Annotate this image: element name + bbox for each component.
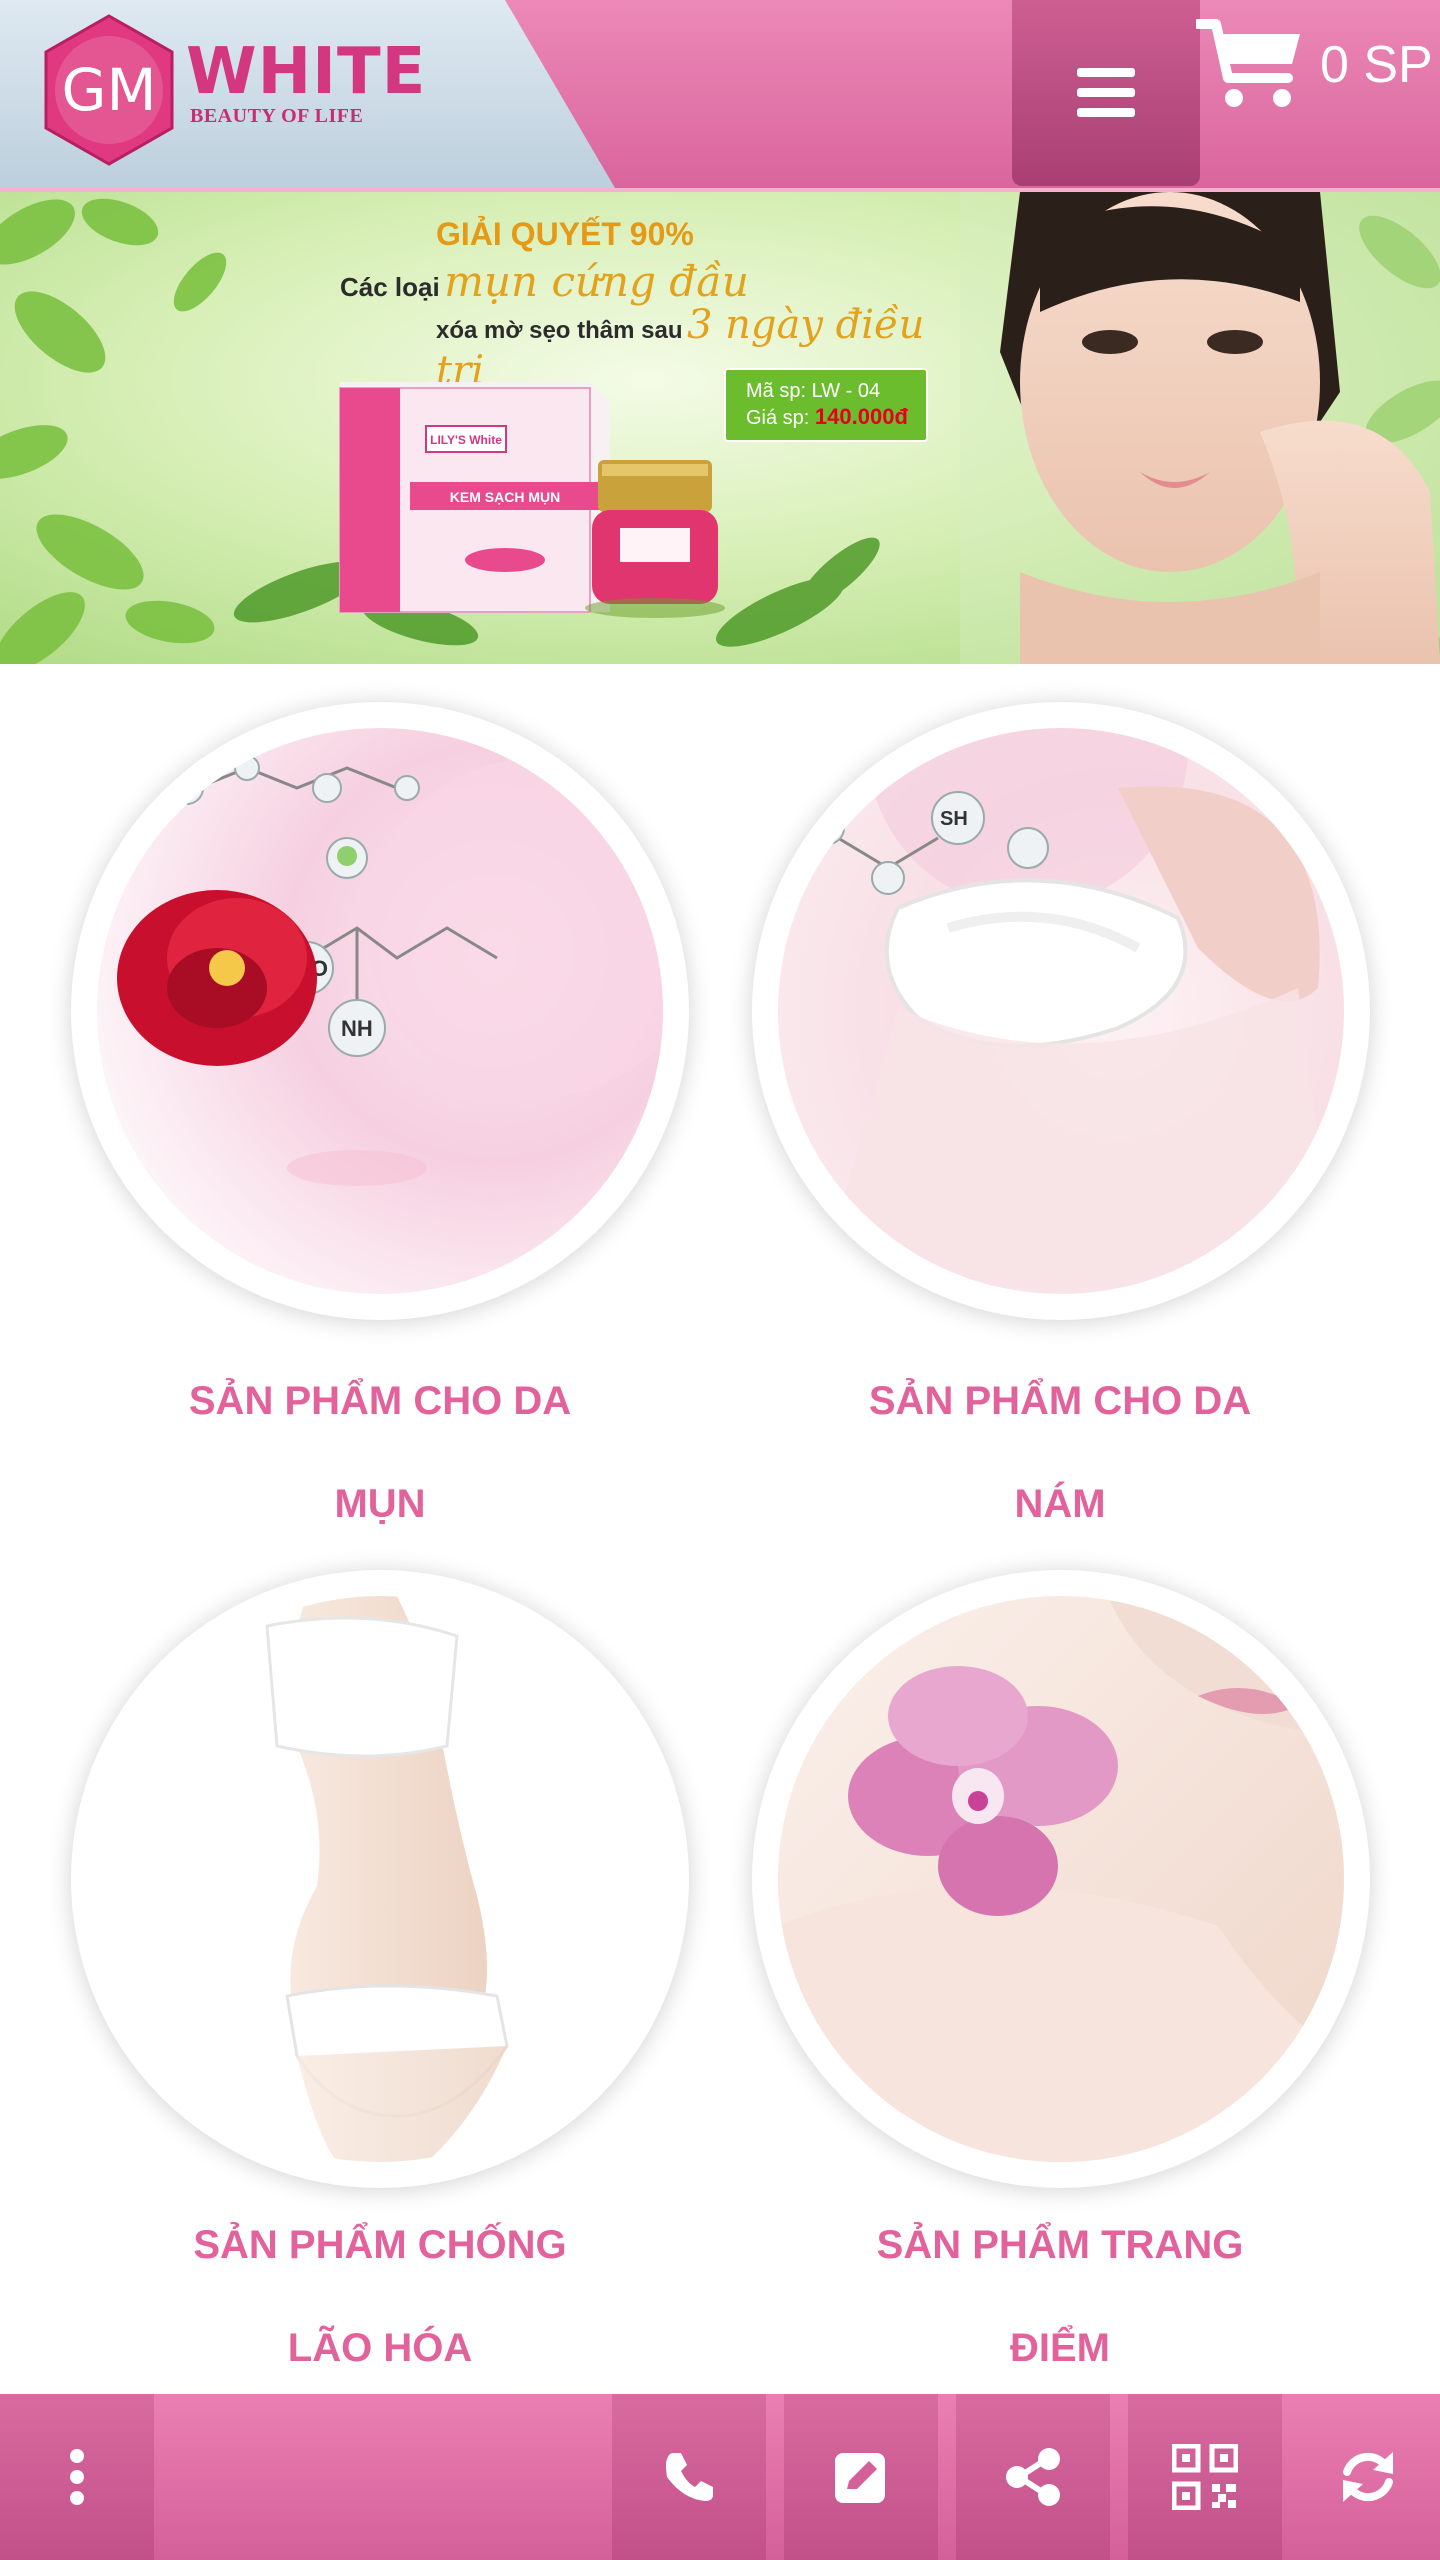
svg-text:SH: SH <box>940 808 968 830</box>
bottom-toolbar <box>0 2394 1440 2560</box>
hamburger-icon <box>1077 68 1135 117</box>
category-acne-title-2[interactable]: MỤN <box>40 1453 720 1556</box>
qr-code-button[interactable] <box>1128 2394 1282 2560</box>
qr-code-icon <box>1172 2444 1238 2510</box>
banner-headline-2-script: mụn cứng đầu <box>444 257 749 306</box>
category-melasma-title-1[interactable]: SẢN PHẨM CHO DA <box>720 1350 1400 1453</box>
category-anti-aging-image[interactable] <box>71 1570 689 2188</box>
cart-button[interactable]: 0 SP <box>1196 10 1440 120</box>
banner-headline-1: GIẢI QUYẾT 90% <box>436 216 694 252</box>
menu-button[interactable] <box>1012 0 1200 186</box>
cream-molecule-illustration: SH <box>787 728 1338 1288</box>
cart-count: 0 SP <box>1320 36 1433 94</box>
refresh-icon <box>1343 2452 1393 2502</box>
more-vertical-icon <box>70 2449 84 2505</box>
edit-button[interactable] <box>784 2394 938 2560</box>
model-photo <box>960 192 1440 664</box>
logo[interactable]: GM WHITE BEAUTY OF LIFE <box>0 0 615 188</box>
refresh-button[interactable] <box>1296 2394 1440 2560</box>
category-acne[interactable]: HO NH SẢN PHẨM CHO DA MỤN <box>40 702 720 1532</box>
category-anti-aging-title-2[interactable]: LÃO HÓA <box>40 2297 720 2400</box>
category-makeup-title-1[interactable]: SẢN PHẨM TRANG <box>720 2194 1400 2297</box>
product-code: Mã sp: LW - 04 <box>746 380 881 402</box>
price-value: 140.000đ <box>814 404 908 429</box>
more-options-button[interactable] <box>0 2394 154 2560</box>
flower-molecule-illustration: HO NH <box>117 755 663 1186</box>
category-anti-aging-title-1[interactable]: SẢN PHẨM CHỐNG <box>40 2194 720 2297</box>
box-product: KEM SẠCH MỤN <box>450 489 560 505</box>
category-melasma-image[interactable]: SH <box>752 702 1370 1320</box>
cart-icon <box>1196 19 1300 107</box>
phone-icon <box>666 2453 713 2501</box>
category-acne-title-1[interactable]: SẢN PHẨM CHO DA <box>40 1350 720 1453</box>
banner-headline-3-prefix: xóa mờ sẹo thâm sau <box>436 317 683 344</box>
camellia-flower <box>117 890 317 1066</box>
body-illustration <box>265 1596 509 2162</box>
share-icon <box>1006 2448 1060 2506</box>
price-tag: Mã sp: LW - 04 Giá sp: 140.000đ <box>724 368 928 442</box>
category-makeup[interactable]: SẢN PHẨM TRANG ĐIỂM <box>720 1570 1400 2390</box>
category-melasma-title-2[interactable]: NÁM <box>720 1453 1400 1556</box>
banner-headline-2-prefix: Các loại <box>340 272 440 302</box>
logo-title: WHITE <box>186 35 427 109</box>
svg-text:NH: NH <box>341 1016 373 1041</box>
share-button[interactable] <box>956 2394 1110 2560</box>
category-makeup-title-2[interactable]: ĐIỂM <box>720 2297 1400 2400</box>
call-button[interactable] <box>612 2394 766 2560</box>
logo-monogram: GM <box>62 56 157 124</box>
edit-icon <box>835 2453 885 2503</box>
promo-banner[interactable]: GIẢI QUYẾT 90% Các loại mụn cứng đầu xóa… <box>0 192 1440 664</box>
orchid-model-illustration <box>778 1596 1344 2162</box>
category-melasma[interactable]: SH SẢN PHẨM CHO DA NÁM <box>720 702 1400 1532</box>
category-acne-image[interactable]: HO NH <box>71 702 689 1320</box>
category-makeup-image[interactable] <box>752 1570 1370 2188</box>
logo-badge-icon: GM <box>44 14 174 166</box>
price-label: Giá sp: <box>746 407 810 429</box>
page: GM WHITE BEAUTY OF LIFE 0 SP GIẢI QUYẾT … <box>0 0 1440 2560</box>
header: GM WHITE BEAUTY OF LIFE 0 SP <box>0 0 1440 192</box>
box-brand: LILY'S White <box>430 433 502 447</box>
category-anti-aging[interactable]: SẢN PHẨM CHỐNG LÃO HÓA <box>40 1570 720 2390</box>
